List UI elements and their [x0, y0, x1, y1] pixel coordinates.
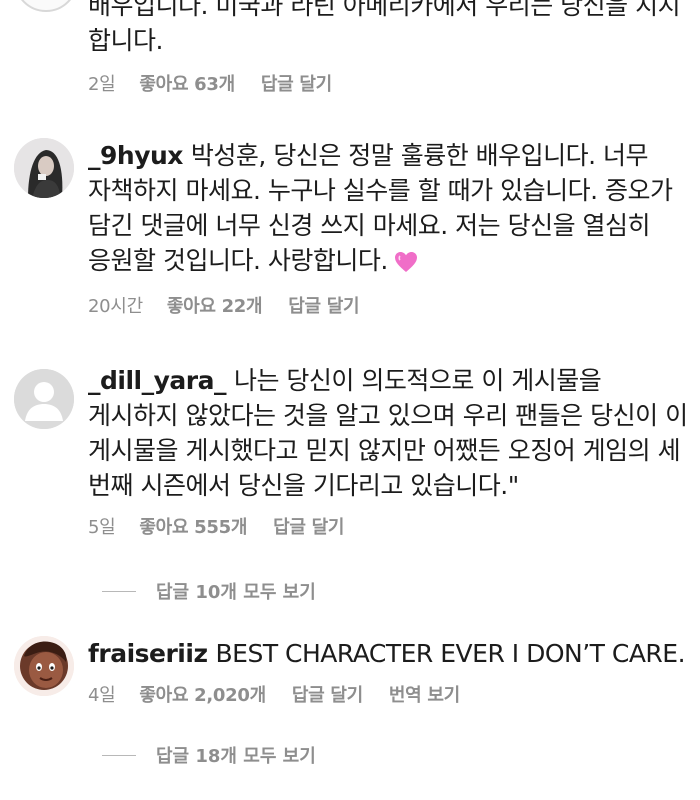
avatar-drawing-icon: [14, 636, 74, 696]
username[interactable]: fraiseriiz: [88, 639, 208, 668]
pink-heart-icon: [394, 247, 418, 282]
likes-count[interactable]: 좋아요 63개: [139, 70, 235, 96]
view-replies-label: 답글 18개 모두 보기: [156, 746, 316, 767]
avatar[interactable]: [14, 138, 74, 198]
view-replies-label: 답글 10개 모두 보기: [156, 582, 316, 603]
comment-meta: 20시간 좋아요 22개 답글 달기: [88, 292, 688, 318]
comment-time: 20시간: [88, 296, 143, 317]
divider: [102, 590, 136, 592]
likes-count[interactable]: 좋아요 2,020개: [139, 681, 266, 707]
reply-button[interactable]: 답글 달기: [273, 513, 344, 539]
comment-time: 4일: [88, 685, 116, 706]
reply-button[interactable]: 답글 달기: [261, 70, 332, 96]
comment-text: _dill_yara_ 나는 당신이 의도적으로 이 게시물을 게시하지 않았다는…: [88, 363, 688, 503]
comment-feed: 배우입니다. 미국과 라틴 아메리카에서 우리는 당신을 지지 합니다. 2일 …: [0, 0, 700, 800]
likes-count[interactable]: 좋아요 22개: [167, 292, 263, 318]
likes-count[interactable]: 좋아요 555개: [139, 513, 247, 539]
view-replies-button[interactable]: 답글 10개 모두 보기: [102, 578, 316, 604]
comment-text: 배우입니다. 미국과 라틴 아메리카에서 우리는 당신을 지지 합니다.: [88, 0, 688, 58]
comment-text-line: 합니다.: [88, 26, 163, 55]
comment-text: fraiseriiz BEST CHARACTER EVER I DON’T CA…: [88, 636, 688, 671]
default-user-icon: [14, 369, 74, 429]
comment-time: 2일: [88, 74, 116, 95]
comment-meta: 4일 좋아요 2,020개 답글 달기 번역 보기: [88, 681, 688, 707]
avatar[interactable]: [14, 369, 74, 429]
comment-text-line: 배우입니다. 미국과 라틴 아메리카에서 우리는 당신을 지지: [88, 0, 681, 20]
comment-meta: 5일 좋아요 555개 답글 달기: [88, 513, 688, 539]
avatar-photo-icon: [14, 138, 74, 198]
reply-button[interactable]: 답글 달기: [292, 681, 363, 707]
avatar[interactable]: [14, 0, 78, 12]
avatar[interactable]: [14, 636, 74, 696]
comment-time: 5일: [88, 517, 116, 538]
view-replies-button[interactable]: 답글 18개 모두 보기: [102, 742, 316, 768]
divider: [102, 754, 136, 756]
username[interactable]: _9hyux: [88, 141, 183, 170]
comment-text: _9hyux 박성훈, 당신은 정말 훌륭한 배우입니다. 너무 자책하지 마세요…: [88, 138, 688, 282]
translate-button[interactable]: 번역 보기: [389, 681, 460, 707]
comment-content: BEST CHARACTER EVER I DON’T CARE.: [215, 639, 686, 668]
username[interactable]: _dill_yara_: [88, 366, 226, 395]
comment-meta: 2일 좋아요 63개 답글 달기: [88, 70, 688, 96]
reply-button[interactable]: 답글 달기: [288, 292, 359, 318]
